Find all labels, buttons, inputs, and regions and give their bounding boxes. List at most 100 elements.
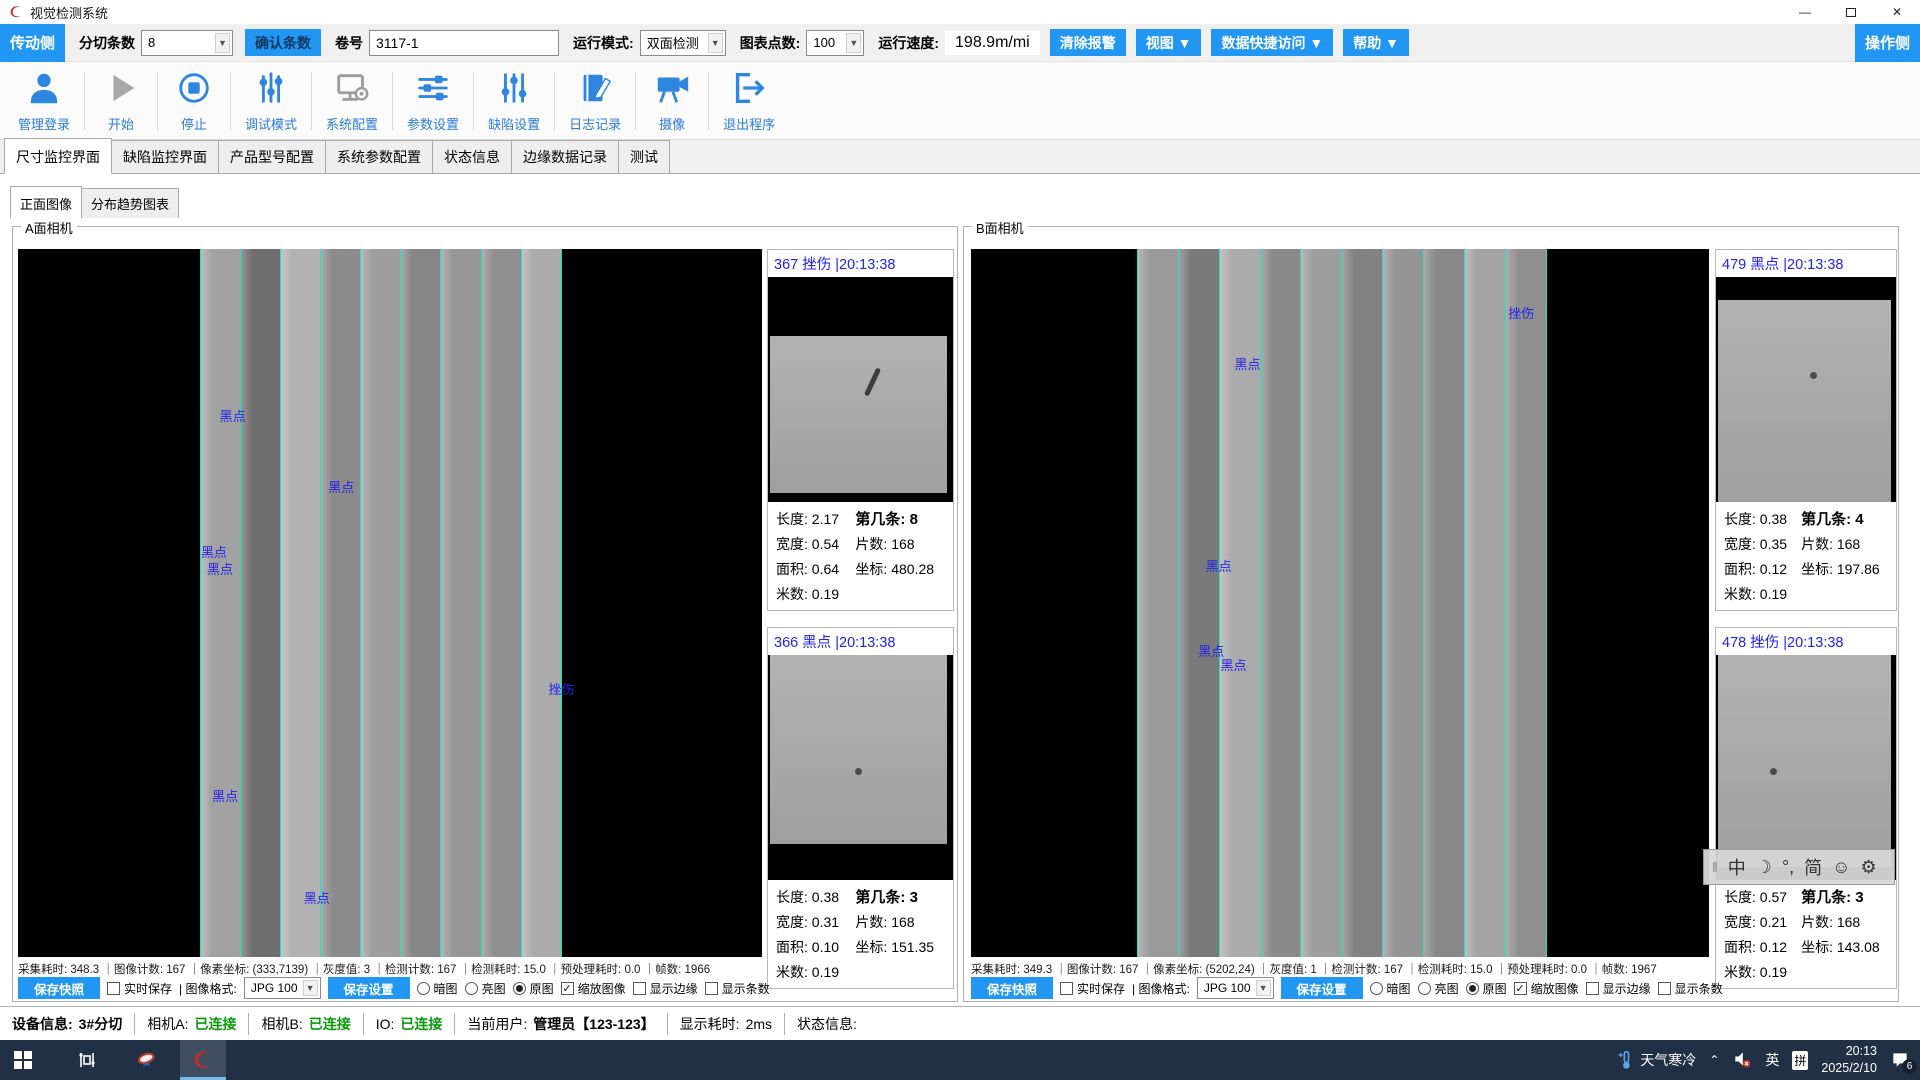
toolbar-label: 开始: [108, 114, 134, 133]
ime-item-5[interactable]: ⚙: [1861, 857, 1877, 878]
ime-indicator[interactable]: 拼: [1792, 1051, 1808, 1070]
ime-item-1[interactable]: ☽: [1756, 857, 1772, 878]
split-count-select[interactable]: 8▼: [141, 30, 233, 56]
defect-card[interactable]: 366 黑点 |20:13:38 长度: 0.38第几条: 3 宽度: 0.31…: [767, 627, 954, 989]
toolbar-button-log[interactable]: 日志记录: [555, 69, 635, 133]
toolbar-button-exit[interactable]: 退出程序: [709, 69, 789, 133]
tab-2[interactable]: 产品型号配置: [218, 140, 326, 173]
tab-0[interactable]: 尺寸监控界面: [4, 138, 112, 174]
checkbox-缩放图像[interactable]: 缩放图像: [1514, 980, 1579, 997]
save-settings-button[interactable]: 保存设置: [1281, 977, 1363, 999]
radio-原图[interactable]: 原图: [1466, 980, 1507, 997]
tab-5[interactable]: 边缘数据记录: [511, 140, 619, 173]
film-strip: [1382, 249, 1423, 957]
status-segment: 显示耗时: 2ms: [668, 1013, 785, 1035]
task-view-button[interactable]: [64, 1040, 110, 1080]
film-strip: [1341, 249, 1382, 957]
checkbox-显示边缘[interactable]: 显示边缘: [633, 980, 698, 997]
view-menu-button[interactable]: 视图 ▼: [1136, 29, 1202, 56]
image-format-select[interactable]: JPG 100▼: [1197, 977, 1274, 999]
tab-1[interactable]: 缺陷监控界面: [111, 140, 219, 173]
camera-image: 挫伤黑点黑点黑点黑点: [971, 249, 1709, 957]
checkbox-显示条数[interactable]: 显示条数: [705, 980, 770, 997]
ime-item-2[interactable]: °,: [1782, 857, 1794, 878]
subtab-1[interactable]: 分布趋势图表: [81, 188, 179, 218]
radio-暗图[interactable]: 暗图: [1370, 980, 1411, 997]
checkbox-显示边缘[interactable]: 显示边缘: [1586, 980, 1651, 997]
subtab-0[interactable]: 正面图像: [10, 186, 82, 218]
minimize-button[interactable]: —: [1782, 0, 1828, 24]
sub-tab-strip: 正面图像分布趋势图表: [10, 186, 178, 218]
confirm-count-button[interactable]: 确认条数: [245, 29, 321, 56]
save-snapshot-button[interactable]: 保存快照: [971, 977, 1053, 999]
weather-widget[interactable]: 天气寒冷: [1616, 1050, 1696, 1070]
volume-muted-icon[interactable]: [1732, 1049, 1752, 1072]
data-quick-access-button[interactable]: 数据快捷访问 ▼: [1211, 29, 1333, 56]
film-strip: [1300, 249, 1341, 957]
toolbar-button-sysconfig[interactable]: 系统配置: [312, 69, 392, 133]
chart-points-label: 图表点数:: [740, 33, 801, 53]
toolbar-label: 停止: [181, 114, 207, 133]
chart-points-select[interactable]: 100▼: [806, 30, 864, 56]
ime-drag-handle[interactable]: ‖: [1712, 859, 1718, 875]
toolbar-button-play[interactable]: 开始: [85, 69, 157, 133]
toolbar-button-camera[interactable]: 摄像: [636, 69, 708, 133]
ime-item-4[interactable]: ☺: [1832, 857, 1850, 878]
defect-column: 367 挫伤 |20:13:38 长度: 2.17第几条: 8 宽度: 0.54…: [767, 249, 954, 989]
toolbar-button-defects[interactable]: 缺陷设置: [474, 69, 554, 133]
main-tab-strip: 尺寸监控界面缺陷监控界面产品型号配置系统参数配置状态信息边缘数据记录测试: [0, 140, 1920, 174]
defect-card[interactable]: 367 挫伤 |20:13:38 长度: 2.17第几条: 8 宽度: 0.54…: [767, 249, 954, 611]
toolbar-button-user[interactable]: 管理登录: [4, 69, 84, 133]
tab-6[interactable]: 测试: [618, 140, 670, 173]
radio-原图[interactable]: 原图: [513, 980, 554, 997]
drive-side-button[interactable]: 传动侧: [0, 24, 65, 62]
film-strip: [1505, 249, 1547, 957]
clock[interactable]: 20:132025/2/10: [1821, 1043, 1877, 1077]
start-button[interactable]: [0, 1040, 46, 1080]
checkbox-显示条数[interactable]: 显示条数: [1658, 980, 1723, 997]
image-format-select[interactable]: JPG 100▼: [244, 977, 321, 999]
operator-side-button[interactable]: 操作侧: [1855, 24, 1920, 62]
toolbar-button-stop[interactable]: 停止: [158, 69, 230, 133]
vision-app-taskbar-icon[interactable]: [180, 1040, 226, 1080]
camera-image: 黑点黑点黑点黑点挫伤黑点黑点: [18, 249, 762, 957]
toolbar-label: 日志记录: [569, 114, 621, 133]
tab-4[interactable]: 状态信息: [432, 140, 512, 173]
help-menu-button[interactable]: 帮助 ▼: [1343, 29, 1409, 56]
film-strip: [1260, 249, 1301, 957]
toolbar-label: 缺陷设置: [488, 114, 540, 133]
thumb-material: [1718, 655, 1891, 867]
save-snapshot-button[interactable]: 保存快照: [18, 977, 100, 999]
dot-mark: [1770, 768, 1777, 775]
defect-overlay-label: 黑点: [1220, 655, 1246, 674]
toolbar-button-params[interactable]: 参数设置: [393, 69, 473, 133]
checkbox-缩放图像[interactable]: 缩放图像: [561, 980, 626, 997]
notification-center-icon[interactable]: 6: [1890, 1050, 1910, 1070]
ime-item-3[interactable]: 简: [1804, 854, 1822, 880]
status-segment: IO: 已连接: [364, 1013, 456, 1035]
radio-暗图[interactable]: 暗图: [417, 980, 458, 997]
defect-card[interactable]: 479 黑点 |20:13:38 长度: 0.38第几条: 4 宽度: 0.35…: [1715, 249, 1897, 611]
tab-3[interactable]: 系统参数配置: [325, 140, 433, 173]
status-segment: 相机A: 已连接: [135, 1013, 249, 1035]
defect-card[interactable]: 478 挫伤 |20:13:38 长度: 0.57第几条: 3 宽度: 0.21…: [1715, 627, 1897, 989]
save-settings-button[interactable]: 保存设置: [328, 977, 410, 999]
clear-alarm-button[interactable]: 清除报警: [1050, 29, 1126, 56]
radio-亮图[interactable]: 亮图: [465, 980, 506, 997]
checkbox-realtime-save[interactable]: 实时保存: [107, 980, 172, 997]
ime-item-0[interactable]: 中: [1728, 854, 1746, 880]
roll-number-input[interactable]: [369, 30, 559, 56]
radio-亮图[interactable]: 亮图: [1418, 980, 1459, 997]
hidden-icons-chevron[interactable]: ⌃: [1709, 1053, 1719, 1067]
language-indicator[interactable]: 英: [1765, 1050, 1779, 1070]
maximize-button[interactable]: [1828, 0, 1874, 24]
run-mode-select[interactable]: 双面检测▼: [640, 30, 726, 56]
snipping-tool-icon[interactable]: ✂: [124, 1040, 170, 1080]
defect-overlay-label: 黑点: [304, 888, 330, 907]
camera-panel-a: A面相机 黑点黑点黑点黑点挫伤黑点黑点 367 挫伤 |20:13:38 长度:…: [12, 226, 958, 1002]
close-button[interactable]: ✕: [1874, 0, 1920, 24]
roll-number-label: 卷号: [335, 33, 363, 53]
checkbox-realtime-save[interactable]: 实时保存: [1060, 980, 1125, 997]
toolbar-button-debug[interactable]: 调试模式: [231, 69, 311, 133]
ime-toolbar[interactable]: ‖ 中 ☽ °, 简 ☺ ⚙: [1703, 849, 1895, 885]
